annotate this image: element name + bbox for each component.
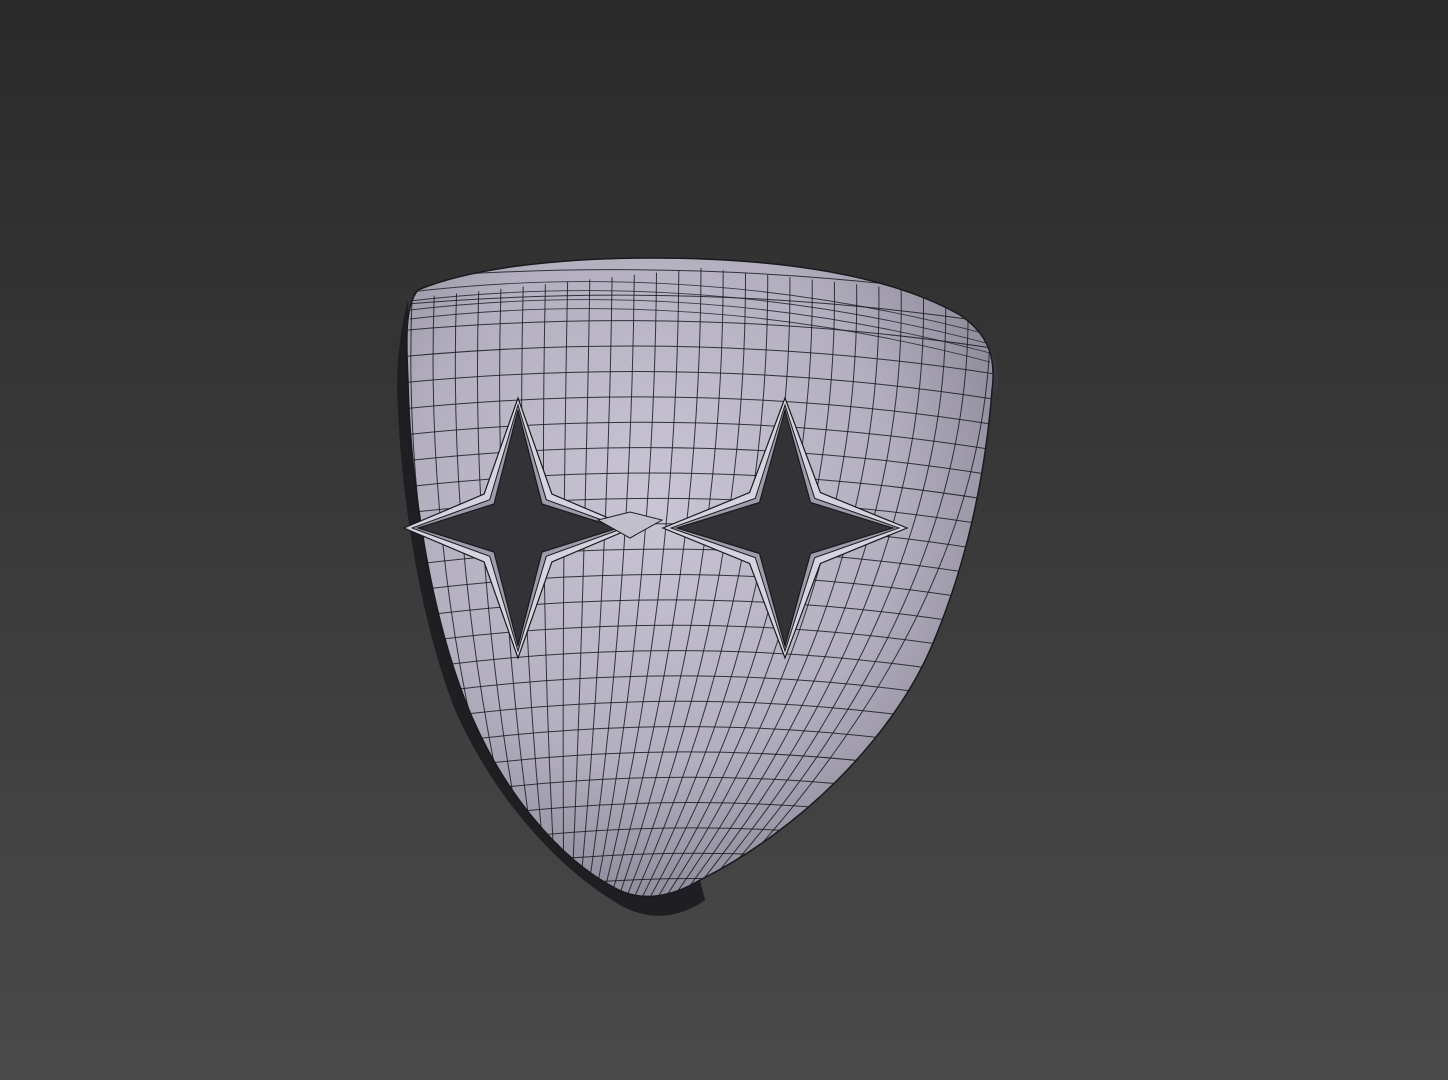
viewport-canvas[interactable] — [0, 0, 1448, 1080]
3d-viewport[interactable] — [0, 0, 1448, 1080]
